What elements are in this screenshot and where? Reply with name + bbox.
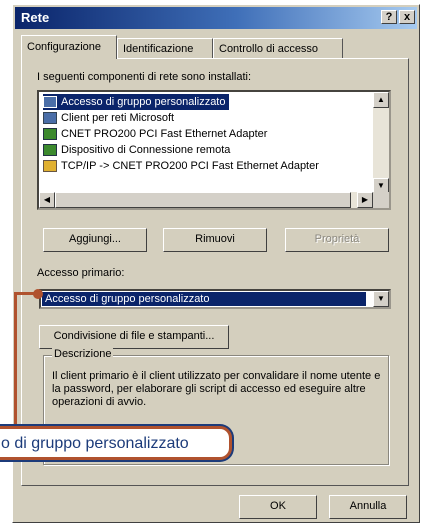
scroll-up-icon[interactable]: ▲	[373, 92, 389, 108]
window-title: Rete	[21, 10, 50, 25]
network-adapter-icon	[43, 144, 57, 157]
description-text: Il client primario è il client utilizzat…	[52, 370, 381, 408]
list-item[interactable]: CNET PRO200 PCI Fast Ethernet Adapter	[43, 126, 267, 142]
description-label: Descrizione	[52, 348, 114, 360]
remove-button[interactable]: Rimuovi	[163, 228, 267, 252]
vertical-scrollbar[interactable]: ▲ ▼	[373, 92, 389, 194]
primary-access-label: Accesso primario:	[37, 267, 125, 279]
scroll-left-icon[interactable]: ◀	[39, 192, 55, 208]
list-item[interactable]: Dispositivo di Connessione remota	[43, 142, 230, 158]
scroll-thumb[interactable]	[55, 192, 351, 208]
add-button[interactable]: Aggiungi...	[43, 228, 147, 252]
components-list[interactable]: Accesso di gruppo personalizzato Client …	[37, 90, 391, 210]
file-printer-sharing-button[interactable]: Condivisione di file e stampanti...	[39, 325, 229, 349]
network-client-icon	[43, 112, 57, 125]
primary-access-select[interactable]: Accesso di gruppo personalizzato ▼	[39, 289, 391, 309]
chevron-down-icon[interactable]: ▼	[373, 291, 389, 307]
cancel-button[interactable]: Annulla	[329, 495, 407, 519]
list-item[interactable]: Client per reti Microsoft	[43, 110, 174, 126]
properties-button: Proprietà	[285, 228, 389, 252]
screenshot: Rete ? x Configurazione Identificazione …	[0, 0, 422, 524]
tab-controllo-accesso[interactable]: Controllo di accesso	[213, 38, 343, 58]
tab-configurazione[interactable]: Configurazione	[21, 35, 117, 59]
callout-box: o di gruppo personalizzato	[0, 426, 232, 460]
horizontal-scrollbar[interactable]: ◀ ▶	[39, 192, 373, 208]
network-client-icon	[43, 96, 57, 109]
tab-identificazione[interactable]: Identificazione	[117, 38, 213, 58]
primary-access-value: Accesso di gruppo personalizzato	[42, 292, 366, 306]
list-item[interactable]: Accesso di gruppo personalizzato	[43, 94, 230, 110]
scroll-corner	[373, 192, 389, 208]
callout-text: o di gruppo personalizzato	[1, 435, 189, 452]
list-item[interactable]: TCP/IP -> CNET PRO200 PCI Fast Ethernet …	[43, 158, 319, 174]
help-button[interactable]: ?	[381, 10, 397, 24]
protocol-icon	[43, 160, 57, 173]
ok-button[interactable]: OK	[239, 495, 317, 519]
components-heading: I seguenti componenti di rete sono insta…	[37, 71, 252, 83]
close-button[interactable]: x	[399, 10, 415, 24]
scroll-right-icon[interactable]: ▶	[357, 192, 373, 208]
title-bar[interactable]: Rete ? x	[15, 7, 417, 29]
callout-connector	[14, 292, 36, 295]
network-adapter-icon	[43, 128, 57, 141]
callout-connector	[14, 292, 17, 430]
